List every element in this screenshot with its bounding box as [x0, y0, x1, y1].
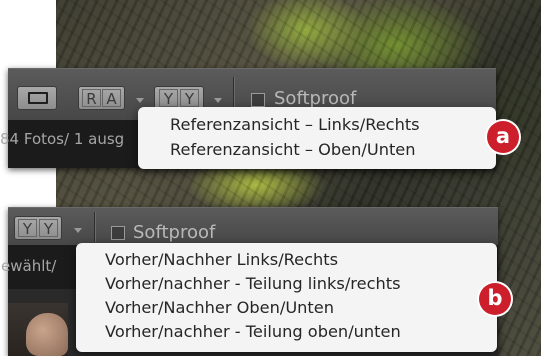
softproof-b-checkbox[interactable] — [111, 226, 125, 240]
before-after-letter-y2: Y — [180, 89, 199, 108]
photo-count-text: 84 Fotos/ 1 ausg — [0, 130, 125, 148]
before-after-menu: Vorher/Nachher Links/Rechts Vorher/nachh… — [76, 243, 497, 352]
softproof-b-label: Softproof — [133, 222, 216, 243]
badge-a: a — [487, 121, 519, 153]
reference-letter-r: R — [82, 89, 101, 108]
reference-letter-a: A — [102, 89, 121, 108]
before-after-b-letter-y1: Y — [18, 219, 37, 238]
menu-item-before-after-split-left-right[interactable]: Vorher/nachher - Teilung links/rechts — [76, 272, 497, 296]
menu-item-reference-left-right[interactable]: Referenzansicht – Links/Rechts — [138, 112, 496, 137]
before-after-b-letter-y2: Y — [39, 219, 58, 238]
filmstrip-thumbnail[interactable] — [8, 303, 68, 356]
before-after-button-b[interactable]: Y Y — [14, 216, 62, 240]
before-after-letter-y1: Y — [159, 89, 178, 108]
badge-b: b — [479, 283, 511, 315]
softproof-label: Softproof — [274, 88, 357, 109]
menu-item-before-after-left-right[interactable]: Vorher/Nachher Links/Rechts — [76, 248, 497, 272]
loupe-view-icon — [28, 92, 48, 104]
before-after-dropdown-arrow[interactable] — [214, 98, 222, 103]
toolbar-b: Y Y Softproof — [8, 207, 498, 246]
before-after-b-dropdown-arrow[interactable] — [74, 228, 82, 233]
reference-view-dropdown-arrow[interactable] — [136, 98, 144, 103]
menu-item-reference-top-bottom[interactable]: Referenzansicht – Oben/Unten — [138, 137, 496, 162]
reference-view-button[interactable]: R A — [78, 86, 125, 110]
toolbar-b-separator — [94, 212, 96, 242]
menu-item-before-after-top-bottom[interactable]: Vorher/Nachher Oben/Unten — [76, 296, 497, 320]
thumbnail-image — [26, 313, 68, 356]
loupe-view-button[interactable] — [17, 86, 57, 110]
selection-text: ewählt/ — [1, 257, 57, 275]
reference-view-menu: Referenzansicht – Links/Rechts Referenza… — [138, 107, 496, 169]
softproof-checkbox[interactable] — [251, 93, 265, 107]
menu-item-before-after-split-top-bottom[interactable]: Vorher/nachher - Teilung oben/unten — [76, 320, 497, 344]
